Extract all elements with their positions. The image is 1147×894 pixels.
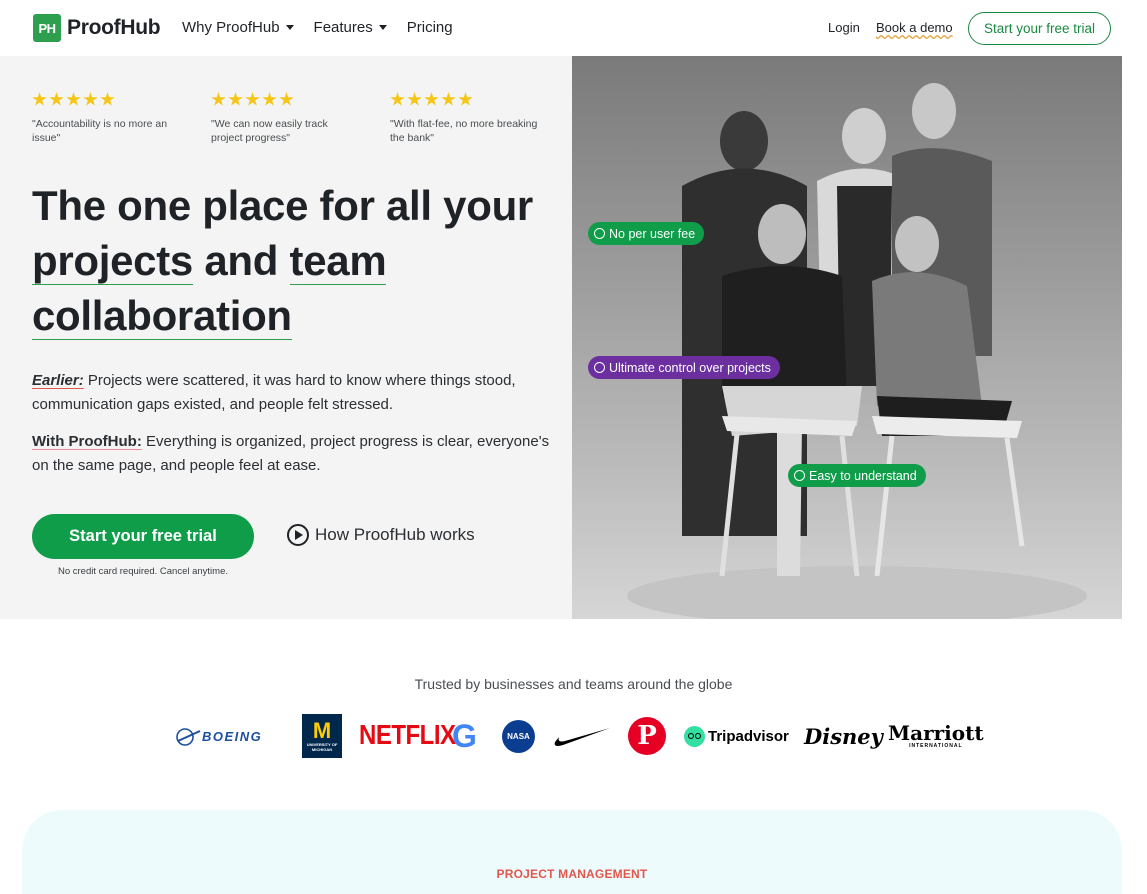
chevron-down-icon xyxy=(378,25,387,30)
earlier-label: Earlier: xyxy=(32,372,84,389)
star-icon xyxy=(32,92,47,106)
nav-item-label: Pricing xyxy=(406,19,453,36)
tripadvisor-logo: Tripadvisor xyxy=(684,712,789,760)
star-icon xyxy=(83,92,98,106)
easy-to-understand-tag: Easy to understand xyxy=(788,464,926,487)
review-card: "We can now easily track project progres… xyxy=(211,92,361,145)
review-quote: "With flat-fee, no more breaking the ban… xyxy=(390,118,538,144)
proofhub-logo[interactable]: PH ProofHub xyxy=(33,14,161,42)
marriott-logo: Marriott INTERNATIONAL xyxy=(888,712,984,760)
how-it-works-link[interactable]: How ProofHub works xyxy=(287,524,475,546)
nike-logo xyxy=(553,712,611,760)
marriott-text: Marriott xyxy=(888,721,984,745)
review-card: "Accountability is no more an issue" xyxy=(32,92,182,145)
netflix-logo: NETFLIX xyxy=(359,719,456,751)
project-management-section: PROJECT MANAGEMENT xyxy=(22,810,1122,894)
tripadvisor-owl-icon xyxy=(684,725,705,747)
earlier-paragraph: Earlier: Projects were scattered, it was… xyxy=(32,369,562,417)
star-rating xyxy=(211,92,361,107)
boeing-emblem-icon xyxy=(176,728,201,746)
no-per-user-fee-tag: No per user fee xyxy=(588,222,705,245)
star-icon xyxy=(100,92,115,106)
review-card: "With flat-fee, no more breaking the ban… xyxy=(390,92,540,145)
star-icon xyxy=(390,92,405,106)
hero-team-photo: No per user fee Ultimate control over pr… xyxy=(572,56,1122,619)
login-link[interactable]: Login xyxy=(828,20,860,35)
marriott-subtext: INTERNATIONAL xyxy=(909,743,963,749)
review-quote: "Accountability is no more an issue" xyxy=(32,118,168,144)
circle-icon xyxy=(594,228,605,239)
umich-subtext: UNIVERSITY OF MICHIGAN xyxy=(306,742,338,752)
earlier-text: Projects were scattered, it was hard to … xyxy=(32,372,516,413)
headline-highlight: collaboration xyxy=(32,292,292,340)
disney-logo: Disney xyxy=(804,723,883,749)
star-icon xyxy=(49,92,64,106)
circle-icon xyxy=(594,362,605,373)
nav-free-trial-button[interactable]: Start your free trial xyxy=(968,12,1111,45)
headline-text: and xyxy=(193,237,290,284)
top-navbar: PH ProofHub Why ProofHub Features Pricin… xyxy=(0,0,1147,56)
nasa-logo: NASA xyxy=(502,720,535,753)
nav-item-why-proofhub[interactable]: Why ProofHub xyxy=(182,19,294,36)
chevron-down-icon xyxy=(285,25,294,30)
how-it-works-label: How ProofHub works xyxy=(315,525,475,544)
tripadvisor-text: Tripadvisor xyxy=(708,727,789,745)
star-rating xyxy=(32,92,182,107)
star-icon xyxy=(211,92,226,106)
client-logos: BOEING M UNIVERSITY OF MICHIGAN NETFLIX … xyxy=(176,712,984,760)
headline-text: The one place for all your xyxy=(32,182,533,229)
nav-item-label: Features xyxy=(313,19,373,36)
umich-m: M xyxy=(312,718,332,743)
nav-menu: Why ProofHub Features Pricing xyxy=(182,19,473,36)
circle-icon xyxy=(794,470,805,481)
tag-label: No per user fee xyxy=(609,226,696,241)
star-icon xyxy=(262,92,277,106)
boeing-logo: BOEING xyxy=(176,712,262,760)
star-icon xyxy=(66,92,81,106)
university-of-michigan-logo: M UNIVERSITY OF MICHIGAN xyxy=(302,714,342,758)
logo-text: ProofHub xyxy=(67,16,161,39)
google-logo: G xyxy=(452,717,477,754)
hero-headline: The one place for all your projects and … xyxy=(32,178,552,343)
pinterest-logo: P xyxy=(628,717,666,755)
tag-label: Ultimate control over projects xyxy=(609,360,771,375)
nav-item-features[interactable]: Features xyxy=(314,19,387,36)
star-icon xyxy=(441,92,456,106)
tag-label: Easy to understand xyxy=(809,468,917,483)
nike-swoosh-icon xyxy=(554,728,610,746)
star-icon xyxy=(407,92,422,106)
star-icon xyxy=(458,92,473,106)
review-quote: "We can now easily track project progres… xyxy=(211,118,328,144)
cta-note: No credit card required. Cancel anytime. xyxy=(57,566,229,577)
with-proofhub-paragraph: With ProofHub: Everything is organized, … xyxy=(32,430,562,478)
star-icon xyxy=(228,92,243,106)
section-label: PROJECT MANAGEMENT xyxy=(496,867,648,881)
boeing-text: BOEING xyxy=(202,728,263,744)
logo-mark: PH xyxy=(33,14,61,42)
team-photo-illustration xyxy=(627,83,1087,619)
hero-free-trial-button[interactable]: Start your free trial xyxy=(32,514,254,559)
star-icon xyxy=(424,92,439,106)
star-rating xyxy=(390,92,540,107)
nav-item-pricing[interactable]: Pricing xyxy=(407,19,453,36)
nav-item-label: Why ProofHub xyxy=(182,19,280,36)
headline-highlight: projects xyxy=(32,237,193,285)
star-icon xyxy=(279,92,294,106)
trusted-heading: Trusted by businesses and teams around t… xyxy=(414,676,733,692)
star-icon xyxy=(245,92,260,106)
hero-content: "Accountability is no more an issue" "We… xyxy=(0,56,572,619)
play-icon xyxy=(287,524,309,546)
with-proofhub-label: With ProofHub: xyxy=(32,433,142,450)
ultimate-control-tag: Ultimate control over projects xyxy=(588,356,780,379)
headline-highlight: team xyxy=(289,237,387,285)
book-demo-link[interactable]: Book a demo xyxy=(876,20,953,35)
